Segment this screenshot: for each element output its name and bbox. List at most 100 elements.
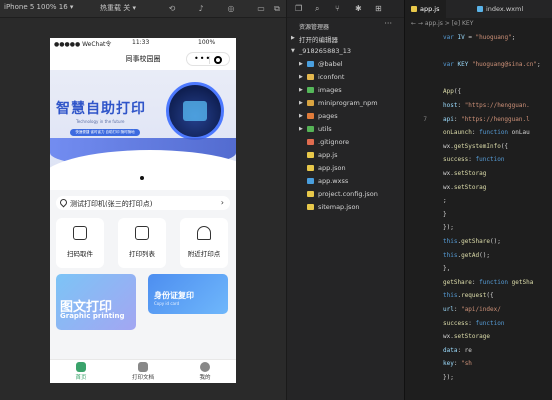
tab-bar: 首页 打印文档 我的	[50, 359, 236, 383]
service-cards: 图文打印 Graphic printing 身份证复印 Copy id card	[50, 274, 236, 344]
status-bar: ●●●●● WeChat令 11:33 100%	[50, 38, 236, 48]
grid-item-nearby[interactable]: 附近打印点	[180, 218, 228, 268]
search-icon[interactable]: ⌕	[315, 4, 319, 14]
code-line[interactable]: this.getAd();	[443, 252, 490, 259]
project-root[interactable]: ▼ _918265883_13	[287, 45, 404, 58]
code-line[interactable]: var KEY "huoguang@sina.cn";	[443, 61, 541, 68]
code-line[interactable]: success: function	[443, 156, 504, 163]
file-item[interactable]: sitemap.json	[287, 201, 404, 214]
wxml-file-icon	[477, 6, 483, 12]
code-line[interactable]: wx.setStorag	[443, 170, 486, 177]
hot-reload-select[interactable]: 热重载 关 ▾	[100, 3, 136, 13]
chevron-right-icon: ▶	[299, 113, 303, 119]
code-line[interactable]: onLaunch: function onLau	[443, 129, 530, 136]
tab-index-wxml[interactable]: index.wxml	[471, 0, 529, 18]
code-line[interactable]: success: function	[443, 320, 504, 327]
debug-icon[interactable]: ✱	[355, 4, 362, 13]
tree-item-label: miniprogram_npm	[318, 99, 378, 107]
files-icon[interactable]: ❐	[295, 4, 302, 13]
more-icon[interactable]: ···	[384, 19, 392, 28]
location-pin-icon	[58, 197, 69, 208]
capsule-menu[interactable]: •••	[186, 52, 230, 66]
tab-docs[interactable]: 打印文档	[112, 362, 174, 381]
file-item[interactable]: app.js	[287, 149, 404, 162]
folder-item[interactable]: ▶ images	[287, 84, 404, 97]
location-bar[interactable]: 测试打印机(张三的打印点) ›	[56, 196, 230, 210]
code-line[interactable]: }	[443, 211, 447, 218]
hero-banner[interactable]: 智慧自助打印 Technology in the future 快速便捷 省时省…	[50, 70, 236, 190]
code-line[interactable]: });	[443, 374, 454, 381]
code-line[interactable]: wx.getSystemInfo({	[443, 143, 508, 150]
rotate-icon[interactable]: ⟲	[167, 4, 177, 14]
explorer-title: 资源管理器	[299, 24, 330, 31]
folder-item[interactable]: ▶ pages	[287, 110, 404, 123]
code-line[interactable]: var IV = "huoguang";	[443, 34, 515, 41]
tab-label: 首页	[75, 375, 87, 381]
folder-icon	[307, 61, 314, 67]
chevron-right-icon: ▶	[299, 100, 303, 106]
file-icon	[307, 139, 314, 145]
banner-pill: 快速便捷 省时省力 自助打印 随时随地	[70, 129, 140, 136]
folder-item[interactable]: ▶ iconfont	[287, 71, 404, 84]
grid-item-scan[interactable]: 扫码取件	[56, 218, 104, 268]
tree-item-label: app.js	[318, 151, 338, 159]
folder-item[interactable]: ▶ @babel	[287, 58, 404, 71]
tree-item-label: sitemap.json	[318, 203, 360, 211]
card-subtitle: Copy id card	[154, 301, 180, 306]
sound-icon[interactable]: ♪	[196, 4, 206, 14]
code-line[interactable]: url: "api/index/	[443, 306, 501, 313]
list-icon	[135, 226, 149, 240]
breadcrumb[interactable]: ← → app.js > [e] KEY	[405, 18, 552, 30]
window-icon[interactable]: ▭	[256, 4, 266, 14]
code-line[interactable]: wx.setStorage	[443, 333, 490, 340]
code-line[interactable]: ;	[443, 197, 447, 204]
code-line[interactable]: },	[443, 265, 450, 272]
chevron-right-icon: ▶	[299, 87, 303, 93]
file-explorer: ❐ ⌕ ⑂ ✱ ⊞ 资源管理器 ··· ▶ 打开的编辑器 ▼ _91826588…	[286, 0, 404, 400]
file-item[interactable]: project.config.json	[287, 188, 404, 201]
chevron-right-icon: ›	[220, 198, 224, 207]
code-line[interactable]: App({	[443, 88, 461, 95]
code-line[interactable]: data: re	[443, 347, 472, 354]
home-tab-icon	[76, 362, 86, 372]
carrier-label: ●●●●● WeChat令	[54, 41, 112, 48]
extensions-icon[interactable]: ⊞	[375, 4, 382, 13]
file-tree: ▶ @babel ▶ iconfont ▶ images ▶ miniprogram_npm ▶…	[287, 58, 404, 214]
detach-icon[interactable]: ⧉	[272, 4, 282, 14]
code-line[interactable]: wx.setStorag	[443, 184, 486, 191]
record-icon[interactable]: ◎	[226, 4, 236, 14]
chevron-right-icon: ▶	[291, 35, 295, 41]
close-mini-program-icon[interactable]	[214, 56, 222, 64]
code-line[interactable]: this.getShare();	[443, 238, 501, 245]
file-item[interactable]: app.json	[287, 162, 404, 175]
tab-home[interactable]: 首页	[50, 362, 112, 381]
tree-item-label: iconfont	[318, 73, 345, 81]
code-line[interactable]: key: "sh	[443, 360, 472, 367]
code-line[interactable]: getShare: function getSha	[443, 279, 533, 286]
grid-item-label: 扫码取件	[67, 250, 93, 258]
tab-me[interactable]: 我的	[174, 362, 236, 381]
phone-screen: ●●●●● WeChat令 11:33 100% 同事校园圈 ••• 智慧自助打…	[50, 38, 236, 383]
folder-item[interactable]: ▶ miniprogram_npm	[287, 97, 404, 110]
file-icon	[307, 178, 314, 184]
device-select[interactable]: iPhone 5 100% 16 ▾	[4, 3, 73, 11]
open-editors-section[interactable]: ▶ 打开的编辑器	[287, 32, 404, 45]
grid-item-print-list[interactable]: 打印列表	[118, 218, 166, 268]
code-line[interactable]: this.request({	[443, 292, 494, 299]
js-file-icon	[411, 6, 417, 12]
source-control-icon[interactable]: ⑂	[335, 4, 340, 13]
project-label: _918265883_13	[299, 47, 351, 55]
tab-app-js[interactable]: app.js	[405, 0, 446, 18]
chevron-right-icon: ▶	[299, 126, 303, 132]
file-item[interactable]: app.wxss	[287, 175, 404, 188]
code-line[interactable]: api: "https://hengguan.l	[443, 116, 530, 123]
folder-item[interactable]: ▶ utils	[287, 123, 404, 136]
card-subtitle: Graphic printing	[60, 312, 125, 320]
carousel-indicator[interactable]	[140, 176, 144, 180]
id-copy-card[interactable]: 身份证复印 Copy id card	[148, 274, 228, 314]
code-line[interactable]: });	[443, 224, 454, 231]
graphic-print-card[interactable]: 图文打印 Graphic printing	[56, 274, 136, 330]
file-icon	[307, 152, 314, 158]
file-item[interactable]: .gitignore	[287, 136, 404, 149]
code-line[interactable]: host: "https://hengguan.	[443, 102, 530, 109]
